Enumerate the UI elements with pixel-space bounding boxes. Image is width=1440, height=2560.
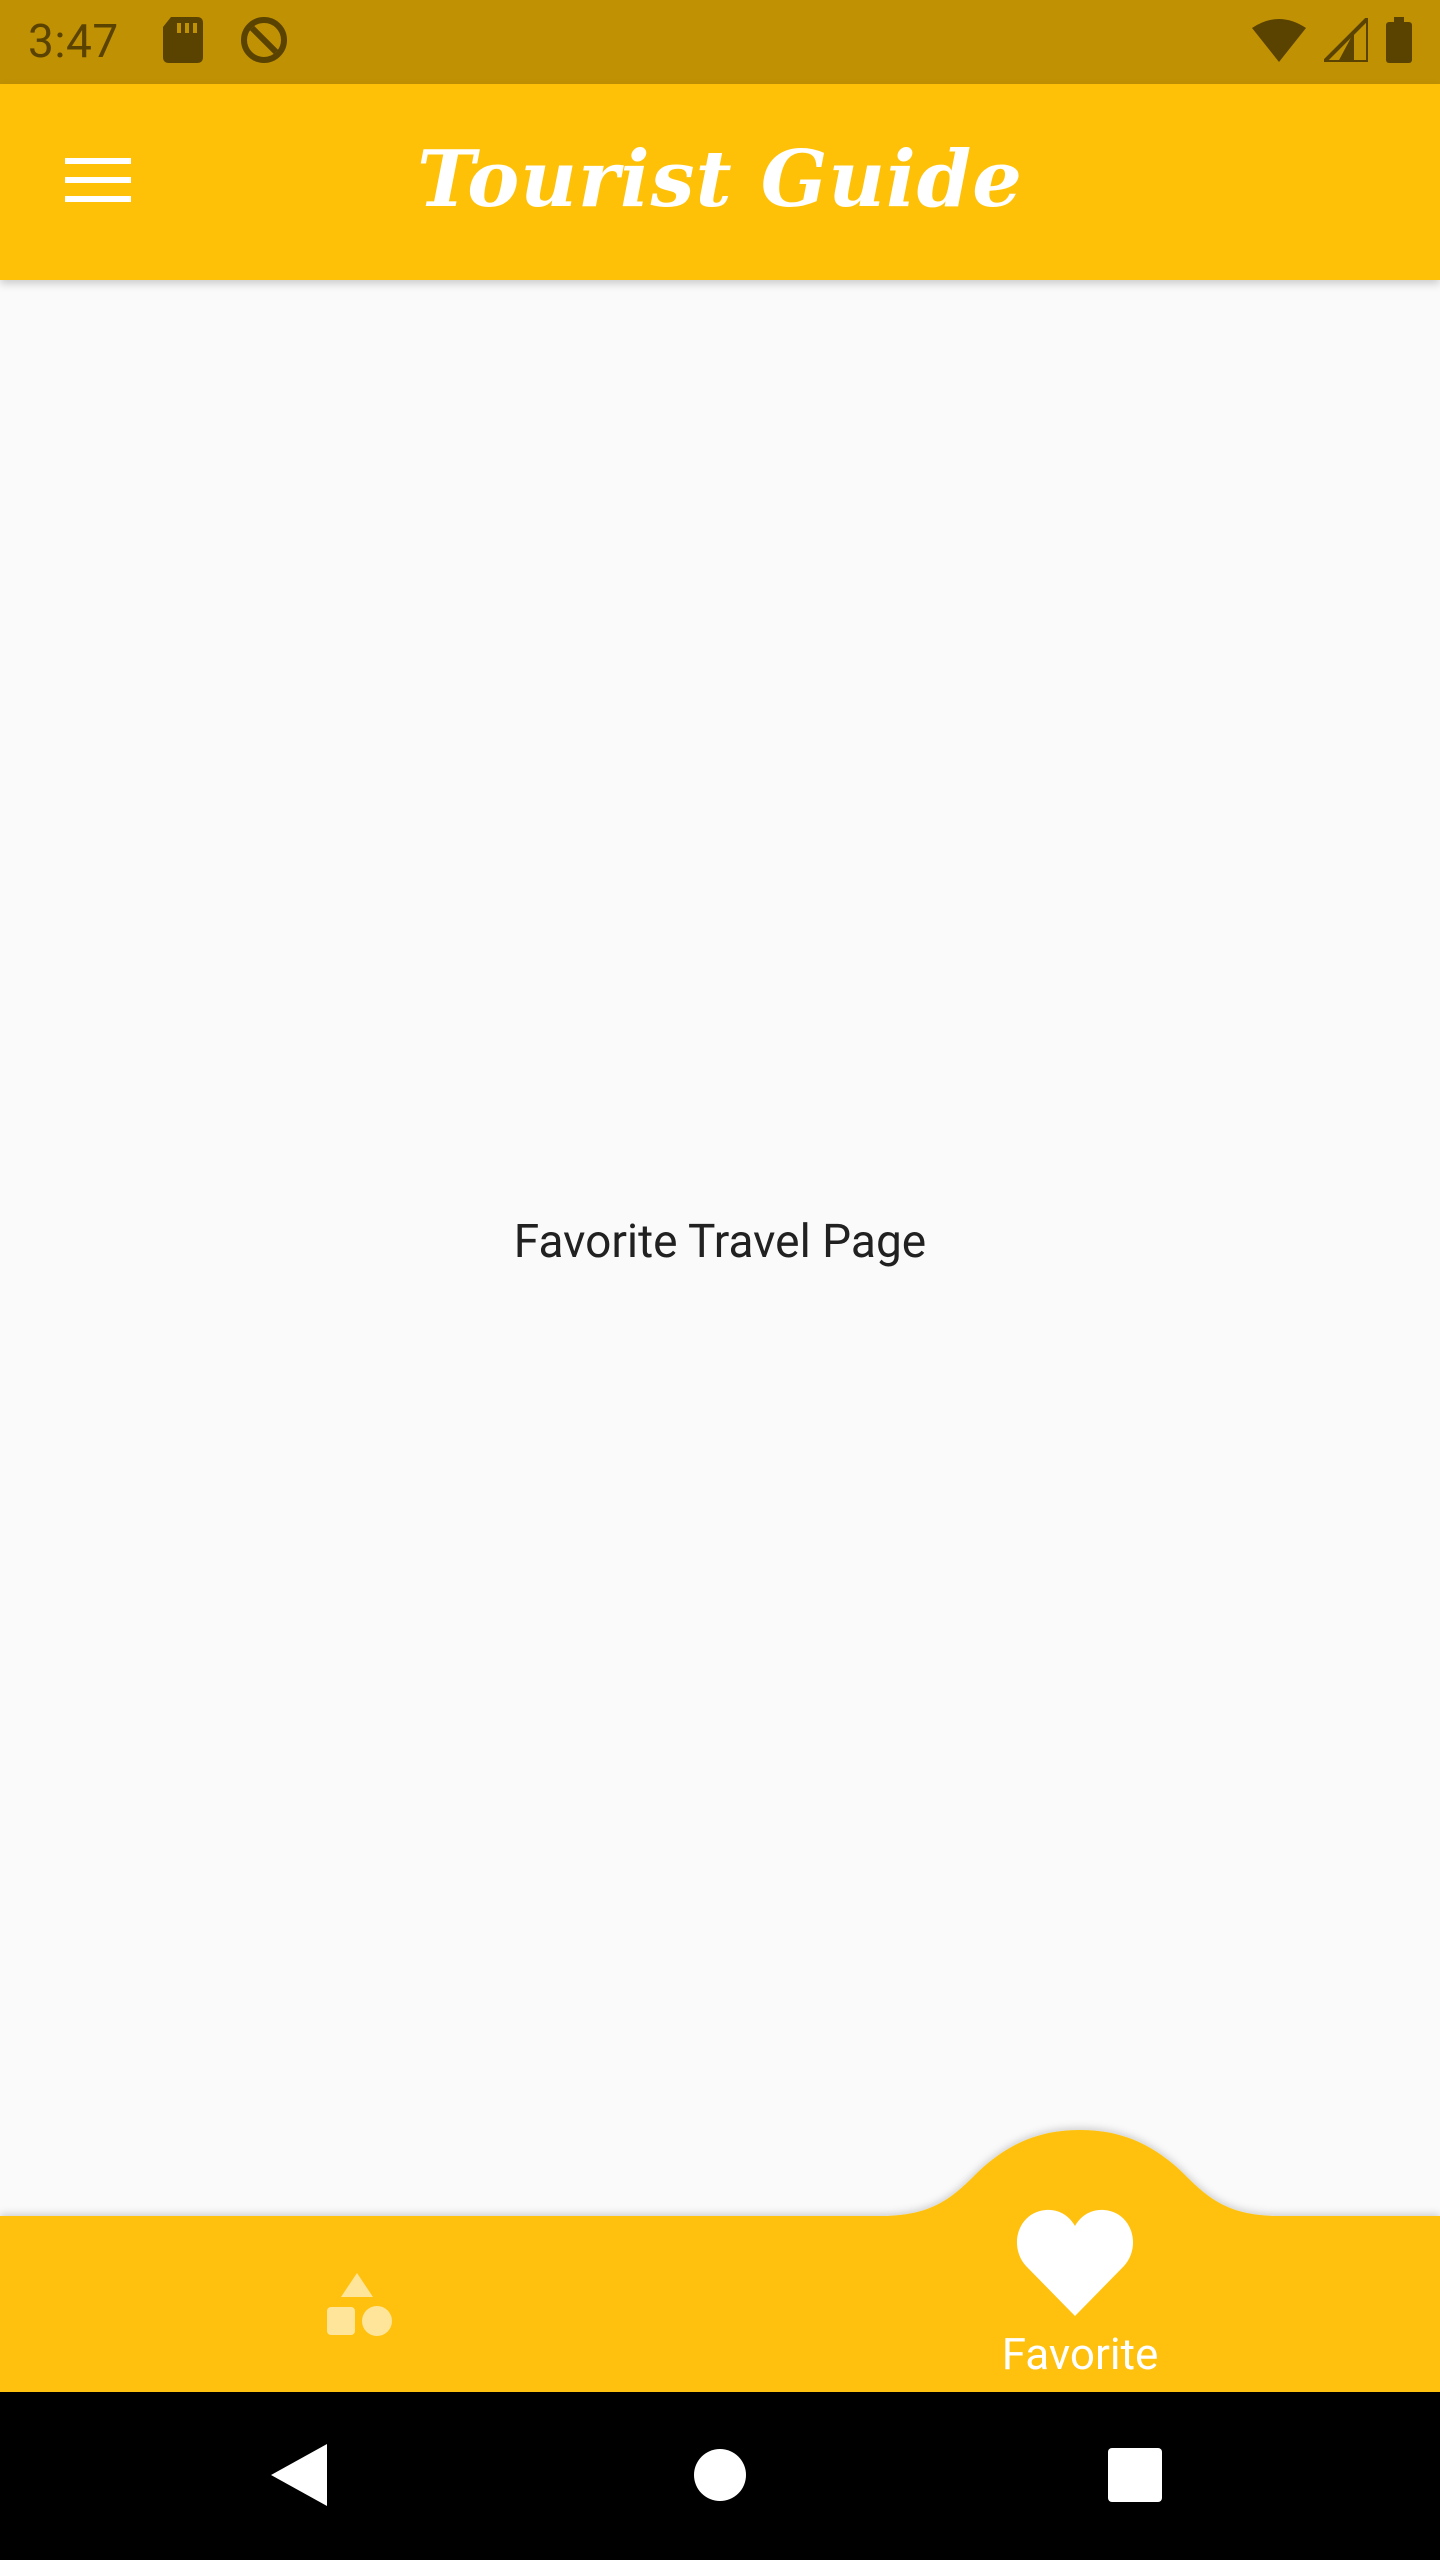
page-label: Favorite Travel Page [513, 1215, 927, 1269]
bottom-nav-item-favorite[interactable]: Favorite [960, 2190, 1200, 2390]
bottom-nav-item-explore[interactable] [300, 2250, 420, 2370]
bottom-nav [0, 2120, 1440, 2392]
status-left-icons [162, 15, 289, 69]
status-right-icons [1252, 13, 1412, 67]
back-icon [271, 2444, 327, 2510]
category-shapes-icon [325, 2273, 395, 2347]
status-time: 3:47 [28, 15, 119, 69]
home-icon [693, 2448, 747, 2506]
wifi-icon [1252, 18, 1306, 66]
bottom-nav-background [0, 2130, 1440, 2392]
app-title: Tourist Guide [417, 134, 1023, 225]
sd-card-icon [162, 17, 203, 67]
main-content: Favorite Travel Page [0, 280, 1440, 2216]
back-button[interactable] [254, 2432, 344, 2522]
status-bar: 3:47 [0, 0, 1440, 84]
do-not-disturb-icon [239, 15, 289, 69]
home-button[interactable] [675, 2432, 765, 2522]
bottom-nav-label-favorite: Favorite [1001, 2328, 1159, 2380]
cell-signal-icon [1319, 13, 1370, 66]
recents-icon [1108, 2448, 1162, 2506]
heart-icon [1016, 2208, 1134, 2320]
app-bar: Tourist Guide [0, 84, 1440, 280]
recents-button[interactable] [1090, 2432, 1180, 2522]
system-nav-bar [0, 2392, 1440, 2560]
battery-icon [1386, 17, 1412, 67]
